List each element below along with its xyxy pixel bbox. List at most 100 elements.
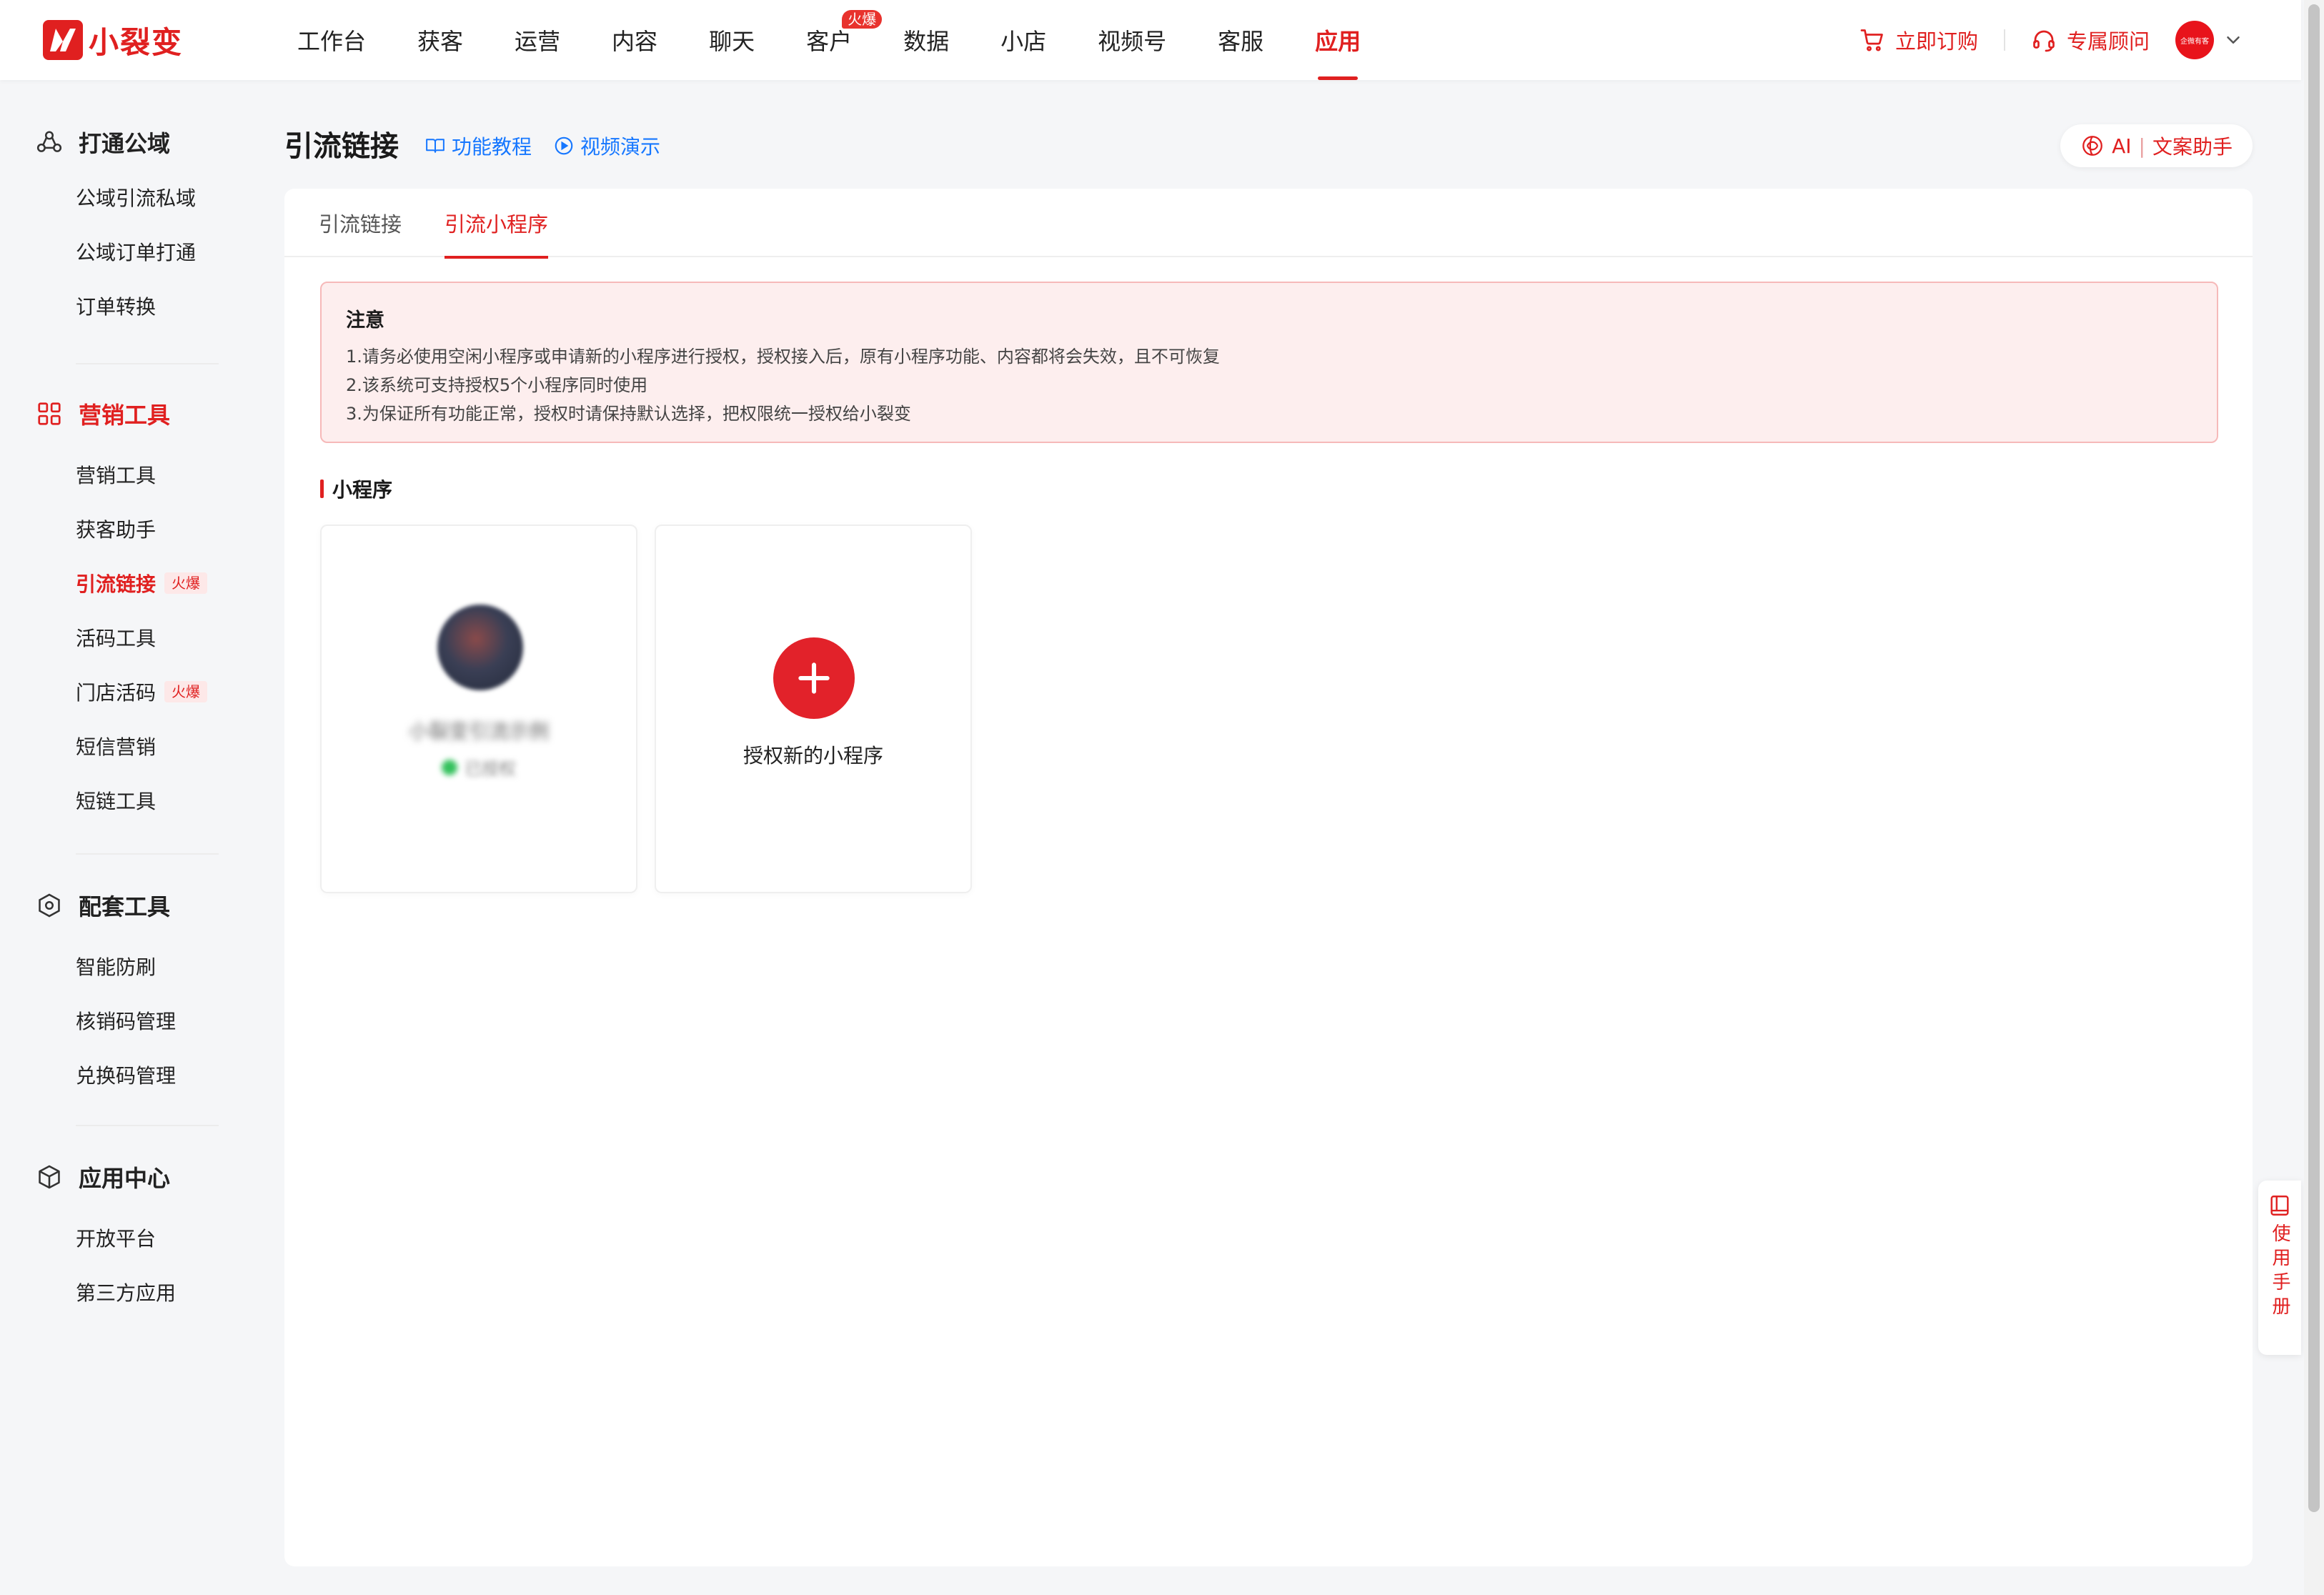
nav-label: 运营 <box>515 28 561 55</box>
page-title: 引流链接 <box>284 130 399 163</box>
sidebar-item-traffic-link[interactable]: 引流链接 火爆 <box>76 567 208 599</box>
notice-line: 3.为保证所有功能正常，授权时请保持默认选择，把权限统一授权给小裂变 <box>346 404 911 424</box>
nav-label: 视频号 <box>1098 28 1167 55</box>
status-text: 已授权 <box>465 759 516 779</box>
hexagon-icon <box>39 893 60 918</box>
sidebar-item-open-platform[interactable]: 开放平台 <box>76 1222 156 1253</box>
nav-chat[interactable]: 聊天 <box>683 0 780 80</box>
group-title: 配套工具 <box>79 893 171 920</box>
globe-share-icon <box>36 131 62 152</box>
headset-icon <box>2033 30 2055 52</box>
copywriter-label: 文案助手 <box>2152 135 2233 159</box>
sidebar-item-marketing-tools[interactable]: 营销工具 <box>76 459 156 490</box>
avatar[interactable]: 企微有客 <box>2175 21 2214 59</box>
chevron-down-icon[interactable] <box>2223 29 2244 51</box>
sidebar-item-redeem-code[interactable]: 兑换码管理 <box>76 1059 176 1090</box>
user-manual-float-button[interactable]: 使用手册 <box>2258 1181 2301 1355</box>
manual-book-icon <box>2270 1196 2289 1216</box>
nav-label: 数据 <box>903 28 950 55</box>
nav-operations[interactable]: 运营 <box>489 0 586 80</box>
nav-label: 应用 <box>1315 28 1361 55</box>
hot-tag: 火爆 <box>164 572 208 594</box>
sidebar-divider <box>76 363 219 364</box>
brand-logo[interactable]: 小裂变 <box>43 19 183 61</box>
sidebar-item-third-party-apps[interactable]: 第三方应用 <box>76 1276 176 1308</box>
nav-label: 内容 <box>612 28 658 55</box>
notice-title: 注意 <box>346 309 384 332</box>
main-nav: 工作台 获客 运营 内容 聊天 客户 火爆 数据 小店 视频号 客服 应用 <box>272 0 1386 80</box>
play-circle-icon <box>555 136 573 155</box>
group-title: 打通公域 <box>79 130 171 157</box>
sidebar-item-order-convert[interactable]: 订单转换 <box>76 290 156 322</box>
sidebar-item-store-code[interactable]: 门店活码 火爆 <box>76 676 208 707</box>
nav-data[interactable]: 数据 <box>878 0 975 80</box>
sidebar-item-public-orders[interactable]: 公域订单打通 <box>76 236 196 267</box>
tutorial-label: 功能教程 <box>452 135 532 159</box>
item-label: 门店活码 <box>76 681 157 705</box>
nav-acquire[interactable]: 获客 <box>392 0 489 80</box>
item-label: 第三方应用 <box>76 1281 177 1305</box>
ai-copywriter-button[interactable]: AI | 文案助手 <box>2060 124 2253 167</box>
box-icon <box>39 1165 60 1189</box>
user-manual-label: 使用手册 <box>2269 1223 2290 1321</box>
book-icon <box>426 139 445 153</box>
nav-label: 获客 <box>417 28 464 55</box>
item-label: 引流链接 <box>76 572 157 596</box>
order-now-link[interactable]: 立即订购 <box>1859 25 1978 55</box>
add-button[interactable] <box>773 637 855 719</box>
scrollbar-thumb[interactable] <box>2308 4 2320 1512</box>
divider <box>2003 29 2005 51</box>
sidebar-group-marketing[interactable]: 营销工具 <box>36 396 170 432</box>
nav-label: 客服 <box>1218 28 1264 55</box>
section-title: 小程序 <box>320 474 392 503</box>
tab-label: 引流小程序 <box>445 212 549 237</box>
avatar-text: 企微有客 <box>2180 37 2209 46</box>
sidebar: 打通公域 公域引流私域 公域订单打通 订单转换 营销工具 营销工具 获客助手 引… <box>0 80 257 1595</box>
scrollbar[interactable] <box>2304 0 2324 1595</box>
nav-label: 工作台 <box>297 28 367 55</box>
sidebar-item-anti-fraud[interactable]: 智能防刷 <box>76 950 156 982</box>
item-label: 兑换码管理 <box>76 1064 177 1088</box>
nav-workbench[interactable]: 工作台 <box>272 0 392 80</box>
item-label: 营销工具 <box>76 464 157 487</box>
sidebar-item-sms-marketing[interactable]: 短信营销 <box>76 730 156 762</box>
advisor-link[interactable]: 专属顾问 <box>2031 25 2150 55</box>
tab-traffic-link[interactable]: 引流链接 <box>319 189 402 257</box>
nav-channels[interactable]: 视频号 <box>1072 0 1192 80</box>
sidebar-item-public-to-private[interactable]: 公域引流私域 <box>76 182 196 213</box>
sidebar-group-app-center[interactable]: 应用中心 <box>36 1159 170 1195</box>
nav-apps[interactable]: 应用 <box>1289 0 1386 80</box>
authorize-new-label: 授权新的小程序 <box>743 744 883 767</box>
sidebar-item-verify-code[interactable]: 核销码管理 <box>76 1005 176 1036</box>
order-now-label: 立即订购 <box>1895 29 1978 54</box>
ai-spark-icon <box>2082 136 2103 156</box>
authorize-new-mini-program-card[interactable]: 授权新的小程序 <box>655 525 972 893</box>
tutorial-link[interactable]: 功能教程 <box>424 131 532 160</box>
item-label: 短链工具 <box>76 790 157 813</box>
sidebar-item-live-code[interactable]: 活码工具 <box>76 622 156 653</box>
advisor-label: 专属顾问 <box>2066 29 2150 54</box>
sidebar-divider <box>76 853 219 855</box>
item-label: 公域引流私域 <box>76 187 197 210</box>
sidebar-item-short-link[interactable]: 短链工具 <box>76 785 156 816</box>
group-title: 应用中心 <box>79 1165 171 1192</box>
section-accent-bar <box>320 480 324 498</box>
item-label: 公域订单打通 <box>76 241 197 264</box>
nav-service[interactable]: 客服 <box>1192 0 1289 80</box>
ai-label: AI <box>2112 134 2132 158</box>
video-demo-link[interactable]: 视频演示 <box>553 131 660 160</box>
nav-content[interactable]: 内容 <box>586 0 683 80</box>
ai-separator: | <box>2138 134 2145 158</box>
mini-program-card[interactable]: 小裂变引流示例 已授权 <box>320 525 637 893</box>
sidebar-group-support-tools[interactable]: 配套工具 <box>36 888 170 923</box>
item-label: 获客助手 <box>76 518 157 542</box>
item-label: 短信营销 <box>76 735 157 759</box>
sidebar-item-acquire-assistant[interactable]: 获客助手 <box>76 513 156 545</box>
sidebar-group-public-domain[interactable]: 打通公域 <box>36 124 170 160</box>
sidebar-divider <box>76 1125 219 1126</box>
mini-program-status: 已授权 <box>322 755 636 780</box>
nav-customers[interactable]: 客户 火爆 <box>780 0 883 80</box>
nav-label: 小店 <box>1000 28 1047 55</box>
nav-shop[interactable]: 小店 <box>975 0 1072 80</box>
tab-traffic-mini-program[interactable]: 引流小程序 <box>445 189 549 259</box>
